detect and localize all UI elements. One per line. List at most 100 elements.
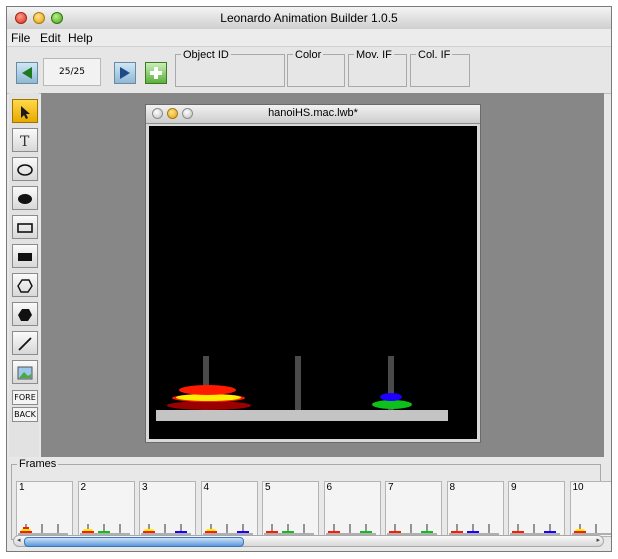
rect-outline-icon <box>17 223 33 233</box>
thumb-disk <box>23 527 29 529</box>
thumb-disk <box>421 531 433 533</box>
disk-dark-red[interactable] <box>167 401 251 410</box>
thumb-disk <box>204 531 217 533</box>
frame-preview <box>18 524 68 535</box>
disk-red-top[interactable] <box>179 385 236 395</box>
frame-thumbnail[interactable]: 8 <box>446 481 504 537</box>
frame-number: 5 <box>265 482 271 493</box>
thumb-disk <box>450 531 463 533</box>
image-icon <box>17 366 33 380</box>
animation-stage[interactable] <box>149 126 477 439</box>
frame-thumbnail[interactable]: 7 <box>385 481 442 537</box>
fore-button[interactable]: FORE <box>12 390 38 405</box>
col-if-label: Col. IF <box>416 49 453 61</box>
frame-number: 3 <box>142 482 148 493</box>
frame-preview <box>79 524 130 535</box>
frame-number: 8 <box>449 482 456 493</box>
previous-frame-button[interactable] <box>16 62 38 84</box>
text-icon: T <box>20 134 30 149</box>
image-tool[interactable] <box>12 360 38 384</box>
polygon-filled-icon <box>18 309 32 321</box>
next-frame-button[interactable] <box>114 62 136 84</box>
thumb-disk <box>97 531 110 533</box>
frame-number: 6 <box>326 482 333 493</box>
menu-file[interactable]: File <box>11 31 30 45</box>
frame-thumbnail[interactable]: 9 <box>508 481 565 537</box>
thumb-disk <box>266 531 278 533</box>
disk-yellow[interactable] <box>176 394 241 401</box>
frame-preview <box>571 524 611 535</box>
thumb-disk <box>143 531 155 533</box>
line-icon <box>18 337 32 351</box>
frames-group: Frames 1 2 3 4 5 6 7 8 9 10 <box>11 458 611 540</box>
disk-blue[interactable] <box>380 393 402 401</box>
toolbar: 25/25 Object ID Color Mov. IF Col. IF <box>7 46 611 94</box>
frame-number: 1 <box>19 482 25 493</box>
add-frame-button[interactable] <box>145 62 167 84</box>
scroll-right-arrow-icon[interactable]: ▸ <box>596 536 600 544</box>
polygon-filled-tool[interactable] <box>12 302 38 326</box>
scroll-left-arrow-icon[interactable]: ◂ <box>17 536 21 544</box>
frames-scrollbar[interactable]: ◂ ▸ <box>13 535 604 547</box>
frame-thumbnail[interactable]: 6 <box>323 481 381 537</box>
scrollbar-thumb[interactable] <box>24 537 244 547</box>
arrow-icon <box>21 106 30 119</box>
frame-number: 10 <box>572 482 584 493</box>
rect-outline-tool[interactable] <box>12 215 38 239</box>
select-tool[interactable] <box>12 99 38 123</box>
frames-label: Frames <box>17 458 59 470</box>
frame-counter: 25/25 <box>43 58 101 86</box>
text-tool[interactable]: T <box>12 128 38 152</box>
frame-thumbnail[interactable]: 10 <box>569 481 611 537</box>
thumb-disk <box>359 531 372 533</box>
thumb-disk <box>466 531 479 533</box>
line-tool[interactable] <box>12 331 38 355</box>
polygon-outline-tool[interactable] <box>12 273 38 297</box>
thumb-disk <box>21 529 31 531</box>
frame-preview <box>325 524 376 535</box>
mov-if-field[interactable]: Mov. IF <box>348 49 407 87</box>
color-field[interactable]: Color <box>287 49 345 87</box>
tool-palette: T FORE BACK <box>9 93 39 457</box>
rect-filled-tool[interactable] <box>12 244 38 268</box>
frame-number: 4 <box>203 482 210 493</box>
thumb-disk <box>236 531 249 533</box>
back-button[interactable]: BACK <box>12 407 38 422</box>
document-title: hanoiHS.mac.lwb* <box>268 107 358 119</box>
thumb-disk <box>20 531 32 533</box>
ellipse-outline-tool[interactable] <box>12 157 38 181</box>
ellipse-filled-icon <box>18 194 32 204</box>
document-title-bar: hanoiHS.mac.lwb* <box>146 105 480 124</box>
thumb-disk <box>575 529 584 531</box>
disk-green[interactable] <box>372 400 412 409</box>
frame-preview <box>387 524 437 535</box>
thumb-disk <box>573 531 586 533</box>
menu-help[interactable]: Help <box>68 31 93 45</box>
frame-thumbnail[interactable]: 1 <box>16 481 73 537</box>
frame-thumbnail[interactable]: 3 <box>139 481 196 537</box>
ellipse-filled-tool[interactable] <box>12 186 38 210</box>
col-if-field[interactable]: Col. IF <box>410 49 470 87</box>
app-window: Leonardo Animation Builder 1.0.5 File Ed… <box>6 6 612 552</box>
thumb-disk <box>83 529 92 531</box>
frame-thumbnail[interactable]: 2 <box>77 481 135 537</box>
thumb-disk <box>389 531 401 533</box>
object-id-field[interactable]: Object ID <box>175 49 285 87</box>
thumb-disk <box>282 531 294 533</box>
thumb-disk <box>512 531 524 533</box>
thumb-disk <box>144 529 154 531</box>
thumb-disk <box>544 531 556 533</box>
frame-number: 2 <box>80 482 87 493</box>
polygon-outline-icon <box>17 279 33 293</box>
menu-edit[interactable]: Edit <box>40 31 61 45</box>
frame-thumbnail[interactable]: 5 <box>262 481 319 537</box>
arrow-left-icon <box>22 67 32 79</box>
rect-filled-icon <box>18 253 32 261</box>
svg-text:T: T <box>20 134 30 149</box>
frame-preview <box>141 524 191 535</box>
frame-preview <box>264 524 314 535</box>
frame-preview <box>448 524 499 535</box>
plus-icon <box>150 67 162 79</box>
frame-thumbnail[interactable]: 4 <box>200 481 258 537</box>
frame-number: 7 <box>388 482 394 493</box>
